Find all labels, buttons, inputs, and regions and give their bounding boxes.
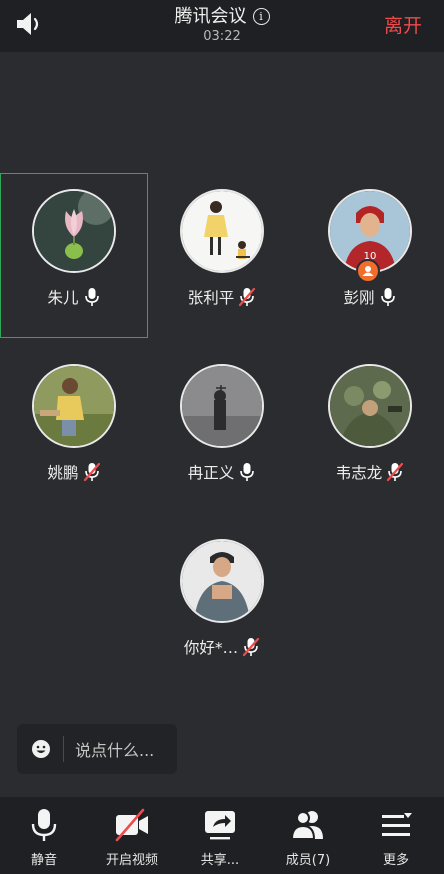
share-label: 共享... [200,853,240,868]
avatar [180,364,264,448]
start-video-label: 开启视频 [105,853,158,868]
participant-name-row: 韦志龙 [296,461,444,483]
meeting-title-text: 腾讯会议 [174,6,247,27]
participant-name: 韦志龙 [335,464,383,482]
chat-input[interactable]: 说点什么... [17,724,177,774]
top-bar: 腾讯会议 i 03:22 离开 [0,0,444,52]
more-button[interactable]: 更多 [352,797,440,874]
members-button[interactable]: 成员(7) [264,797,352,874]
mic-muted-icon [83,462,100,482]
emoji-icon[interactable] [31,739,51,759]
participant-name: 朱儿 [47,289,79,307]
bottom-toolbar: 静音 开启视频 共享... 成员(7) 更多 [0,797,444,874]
participant-name: 冉正义 [187,464,235,482]
start-video-button[interactable]: 开启视频 [88,797,176,874]
mute-label: 静音 [30,853,57,868]
chat-placeholder: 说点什么... [75,741,155,760]
chat-divider [63,736,64,762]
participant-name-row: 张利平 [148,286,296,308]
mic-on-icon [84,288,99,306]
members-icon [290,811,323,840]
info-icon[interactable]: i [252,8,270,25]
share-screen-icon [205,811,235,840]
participant-tile[interactable]: 冉正义 [148,348,296,513]
avatar [32,364,116,448]
meeting-timer: 03:22 [203,29,241,44]
mic-on-icon [240,463,255,481]
members-label: 成员(7) [285,853,331,868]
mic-on-icon [380,288,395,306]
participant-tile[interactable]: 朱儿 [0,173,148,338]
participant-name-row: 姚鹏 [0,461,148,483]
participant-name-row: 你好*… [148,636,296,658]
mic-muted-icon [387,462,404,482]
leave-button[interactable]: 离开 [384,11,422,38]
participant-tile[interactable]: 10 彭刚 [296,173,444,338]
participant-tile[interactable]: 韦志龙 [296,348,444,513]
meeting-title[interactable]: 腾讯会议 i [0,2,444,28]
avatar [32,189,116,273]
mute-button[interactable]: 静音 [0,797,88,874]
participant-tile[interactable]: 姚鹏 [0,348,148,513]
participant-name: 张利平 [187,289,235,307]
participant-tile[interactable]: 你好*… [148,523,296,688]
mic-muted-icon [243,637,260,657]
participant-name: 彭刚 [343,289,375,307]
avatar [328,364,412,448]
more-label: 更多 [382,853,409,868]
share-screen-button[interactable]: 共享... [176,797,264,874]
avatar [180,539,264,623]
avatar [180,189,264,273]
host-badge-icon [356,259,380,283]
participant-name-row: 朱儿 [0,286,148,308]
video-off-icon [115,808,148,842]
participant-name-row: 彭刚 [296,286,444,308]
more-menu-icon [382,813,412,836]
participant-name: 姚鹏 [47,464,79,482]
participant-tile[interactable]: 张利平 [148,173,296,338]
mic-muted-icon [239,287,256,307]
participant-name-row: 冉正义 [148,461,296,483]
microphone-icon [31,809,57,841]
participant-name: 你好*… [183,639,239,657]
